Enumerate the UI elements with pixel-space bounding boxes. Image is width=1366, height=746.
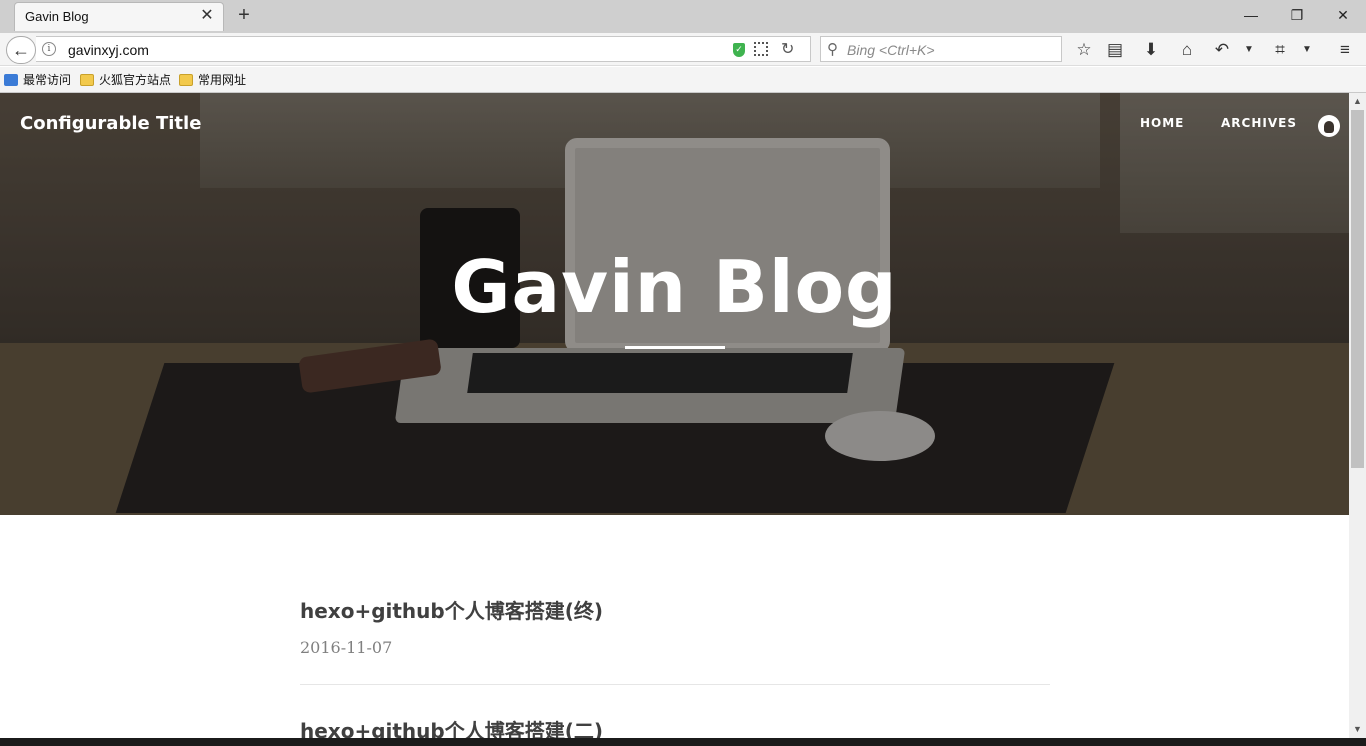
home-icon[interactable]: ⌂ xyxy=(1176,40,1198,60)
shield-icon[interactable]: ✓ xyxy=(733,43,745,57)
page-scrollbar[interactable]: ▲ ▼ xyxy=(1349,93,1366,738)
restore-button[interactable]: ❐ xyxy=(1274,2,1320,28)
url-bar[interactable]: i gavinxyj.com ✓ ↻ xyxy=(36,36,811,62)
bookmark-firefox-sites[interactable]: 火狐官方站点 xyxy=(80,72,171,88)
site-brand[interactable]: Configurable Title xyxy=(20,113,201,134)
reload-icon[interactable]: ↻ xyxy=(781,39,794,59)
menu-icon[interactable]: ≡ xyxy=(1334,40,1356,60)
taskbar xyxy=(0,738,1366,746)
scroll-down-icon[interactable]: ▼ xyxy=(1349,721,1366,738)
browser-tab[interactable]: Gavin Blog ✕ xyxy=(14,2,224,31)
hero-divider xyxy=(625,346,725,349)
post-preview[interactable]: hexo+github个人博客搭建(二) xyxy=(300,715,1050,738)
search-placeholder: Bing <Ctrl+K> xyxy=(847,42,935,58)
navigation-toolbar: ← i gavinxyj.com ✓ ↻ ⚲ Bing <Ctrl+K> ☆ ▤… xyxy=(0,33,1366,66)
folder-icon xyxy=(179,74,193,86)
scrollbar-thumb[interactable] xyxy=(1351,110,1364,468)
hero-header: Configurable Title HOME ARCHIVES Gavin B… xyxy=(0,93,1349,515)
close-window-button[interactable]: ✕ xyxy=(1320,2,1366,28)
bookmark-common-sites[interactable]: 常用网址 xyxy=(179,72,246,88)
search-input[interactable]: ⚲ Bing <Ctrl+K> xyxy=(820,36,1062,62)
qr-code-icon[interactable] xyxy=(754,42,768,56)
back-arrow-icon[interactable]: ← xyxy=(6,36,36,64)
nav-home[interactable]: HOME xyxy=(1140,116,1184,130)
bookmark-most-visited[interactable]: 最常访问 xyxy=(4,72,71,88)
post-preview[interactable]: hexo+github个人博客搭建(终) 2016-11-07 xyxy=(300,595,1050,657)
undo-dropdown-icon[interactable]: ▼ xyxy=(1238,40,1260,60)
github-icon[interactable] xyxy=(1318,115,1340,137)
tab-strip: Gavin Blog ✕ + — ❐ ✕ xyxy=(0,0,1366,33)
url-text[interactable]: gavinxyj.com xyxy=(68,42,149,58)
download-icon[interactable]: ⬇ xyxy=(1140,40,1162,60)
scroll-up-icon[interactable]: ▲ xyxy=(1349,93,1366,110)
close-tab-icon[interactable]: ✕ xyxy=(199,8,215,24)
undo-icon[interactable]: ↶ xyxy=(1211,40,1233,60)
web-page: Configurable Title HOME ARCHIVES Gavin B… xyxy=(0,93,1349,738)
screenshot-dropdown-icon[interactable]: ▼ xyxy=(1296,40,1318,60)
post-title[interactable]: hexo+github个人博客搭建(终) xyxy=(300,595,1050,624)
minimize-button[interactable]: — xyxy=(1228,2,1274,28)
tab-title: Gavin Blog xyxy=(25,9,89,24)
star-icon[interactable]: ☆ xyxy=(1073,40,1095,60)
screenshot-icon[interactable]: ⌗ xyxy=(1269,40,1291,60)
reading-list-icon[interactable]: ▤ xyxy=(1104,40,1126,60)
post-date: 2016-11-07 xyxy=(300,638,393,657)
post-divider xyxy=(300,684,1050,685)
bookmarks-bar: 最常访问 火狐官方站点 常用网址 xyxy=(0,67,1366,93)
hero-title: Gavin Blog xyxy=(451,245,898,329)
smart-bookmark-icon xyxy=(4,74,18,86)
new-tab-button[interactable]: + xyxy=(233,4,255,26)
search-icon: ⚲ xyxy=(827,41,838,58)
nav-archives[interactable]: ARCHIVES xyxy=(1221,116,1297,130)
post-title[interactable]: hexo+github个人博客搭建(二) xyxy=(300,715,1050,738)
info-icon[interactable]: i xyxy=(42,42,56,56)
folder-icon xyxy=(80,74,94,86)
